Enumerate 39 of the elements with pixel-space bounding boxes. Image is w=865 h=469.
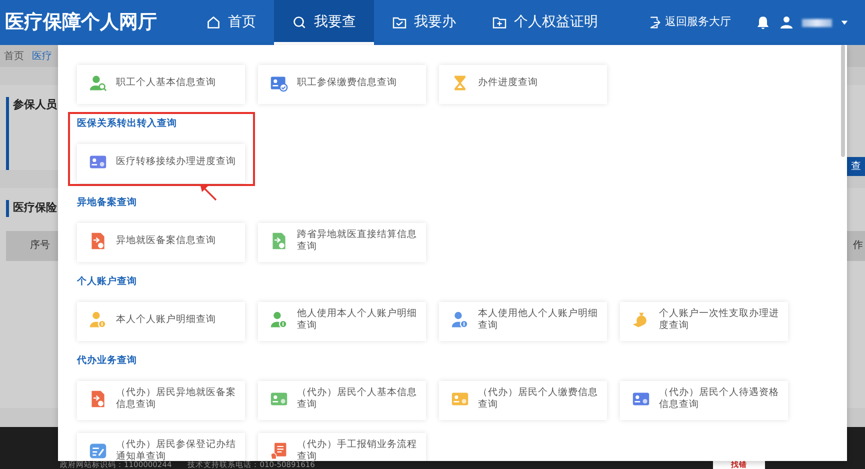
nav-tab[interactable]: 我要查 <box>274 0 374 45</box>
column-header: 作 <box>853 239 863 253</box>
menu-card[interactable]: 职工个人基本信息查询 <box>77 65 245 104</box>
folder-check-icon <box>392 15 407 30</box>
site-logo[interactable]: 医疗保障个人网厅 <box>0 8 188 37</box>
menu-card[interactable]: （代办）居民异地就医备案信息查询 <box>77 381 245 420</box>
breadcrumb-link[interactable]: 首页 <box>4 48 24 64</box>
menu-card[interactable]: 跨省异地就医直接结算信息查询 <box>258 223 426 262</box>
menu-card[interactable]: 异地就医备案信息查询 <box>77 223 245 262</box>
menu-card[interactable]: 医疗转移接续办理进度查询 <box>77 144 245 183</box>
nav-tab[interactable]: 首页 <box>188 0 274 45</box>
folder-plus-icon <box>492 15 507 30</box>
column-header: 序号 <box>30 238 50 253</box>
redacted-username <box>802 18 832 26</box>
caret-icon[interactable] <box>840 18 849 27</box>
menu-card[interactable]: （代办）居民个人基本信息查询 <box>258 381 426 420</box>
menu-card[interactable]: 他人使用本人个人账户明细查询 <box>258 302 426 341</box>
section-heading: 医保关系转出转入查询 <box>77 117 178 131</box>
section-heading: 个人账户查询 <box>77 275 138 289</box>
menu-card[interactable]: （代办）居民参保登记办结通知单查询 <box>77 433 245 461</box>
menu-card[interactable]: （代办）手工报销业务流程查询 <box>258 433 426 461</box>
home-icon <box>206 15 221 30</box>
user-icon[interactable] <box>779 15 794 30</box>
section-heading: 代办业务查询 <box>77 354 138 368</box>
menu-card[interactable]: 本人个人账户明细查询 <box>77 302 245 341</box>
bell-icon[interactable] <box>755 14 771 30</box>
menu-card[interactable]: 职工参保缴费信息查询 <box>258 65 426 104</box>
menu-card[interactable]: 本人使用他人个人账户明细查询 <box>439 302 607 341</box>
menu-card[interactable]: （代办）居民个人缴费信息查询 <box>439 381 607 420</box>
search-icon <box>292 15 307 30</box>
menu-card[interactable]: （代办）居民个人待遇资格信息查询 <box>620 381 788 420</box>
scrollbar-thumb[interactable] <box>841 45 845 157</box>
menu-card[interactable]: 办件进度查询 <box>439 65 607 104</box>
nav-tab[interactable]: 个人权益证明 <box>474 0 616 45</box>
menu-card[interactable]: 个人账户一次性支取办理进度查询 <box>620 302 788 341</box>
back-link[interactable]: 返回服务大厅 <box>648 14 731 31</box>
exit-icon <box>648 16 661 29</box>
nav-tab[interactable]: 我要办 <box>374 0 474 45</box>
query-button[interactable]: 查 <box>847 157 865 176</box>
